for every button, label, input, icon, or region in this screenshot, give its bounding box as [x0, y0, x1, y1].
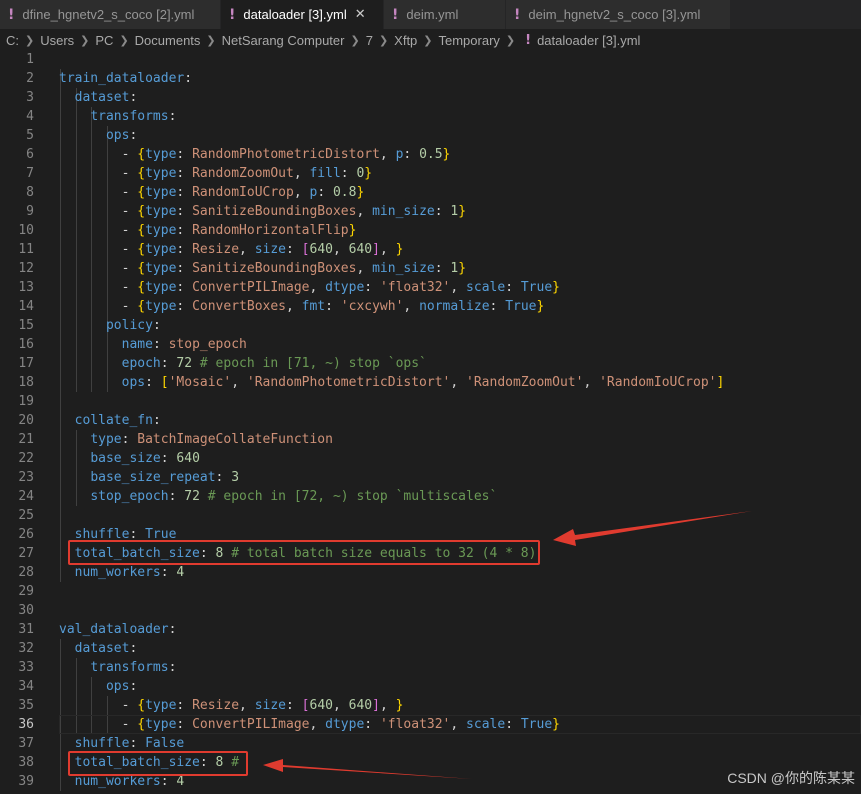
arrow-to-train-batch-size [553, 511, 752, 546]
annotation-arrows [263, 511, 752, 779]
arrow-to-val-batch-size [263, 759, 472, 779]
watermark: CSDN @你的陈某某 [727, 770, 855, 786]
